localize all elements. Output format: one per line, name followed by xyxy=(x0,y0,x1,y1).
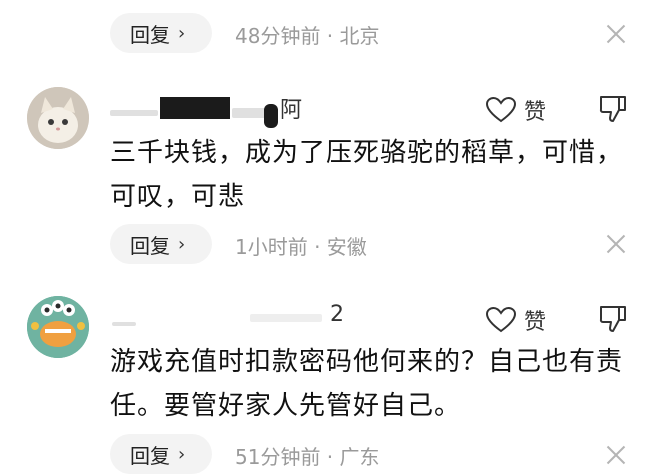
reply-button-label: 回复 xyxy=(130,233,170,258)
redacted-name xyxy=(112,322,136,326)
reply-button-label: 回复 xyxy=(130,22,170,47)
thumbs-down-icon xyxy=(599,306,626,332)
comment-content: 游戏充值时扣款密码他何来的？自己也有责任。要管好家人先管好自己。 xyxy=(110,347,624,421)
username[interactable]: 2 xyxy=(330,302,344,327)
like-label: 赞 xyxy=(524,100,547,125)
redacted-name xyxy=(250,314,322,322)
redacted-name xyxy=(110,110,158,116)
redacted-name xyxy=(264,104,278,128)
like-label: 赞 xyxy=(524,310,547,335)
dislike-button[interactable] xyxy=(598,304,628,338)
comment-meta: 51分钟前 · 广东 xyxy=(235,445,380,469)
close-icon[interactable] xyxy=(604,22,628,46)
chevron-right-icon: › xyxy=(178,233,186,255)
like-button[interactable]: 赞 xyxy=(486,304,546,336)
chevron-right-icon: › xyxy=(178,22,186,44)
avatar[interactable] xyxy=(27,296,89,358)
reply-button-label: 回复 xyxy=(130,443,170,468)
reply-button[interactable]: 回复 › xyxy=(110,434,212,474)
heart-icon xyxy=(486,97,516,123)
username[interactable]: 阿 xyxy=(280,92,302,124)
redacted-name xyxy=(232,108,266,118)
redacted-name xyxy=(160,97,230,119)
dislike-button[interactable] xyxy=(598,94,628,128)
heart-icon xyxy=(486,307,516,333)
green-monster-avatar-icon xyxy=(27,296,89,358)
like-button[interactable]: 赞 xyxy=(486,94,546,126)
close-icon[interactable] xyxy=(604,443,628,467)
chevron-right-icon: › xyxy=(178,443,186,465)
comment-content: 三千块钱，成为了压死骆驼的稻草，可惜，可叹，可悲 xyxy=(110,138,624,212)
comment-meta: 48分钟前 · 北京 xyxy=(235,24,380,48)
comment-meta: 1小时前 · 安徽 xyxy=(235,235,367,259)
thumbs-down-icon xyxy=(599,96,626,122)
reply-button[interactable]: 回复 › xyxy=(110,224,212,264)
avatar[interactable] xyxy=(27,87,89,149)
close-icon[interactable] xyxy=(604,232,628,256)
reply-button[interactable]: 回复 › xyxy=(110,13,212,53)
kitten-avatar-icon xyxy=(27,87,89,149)
